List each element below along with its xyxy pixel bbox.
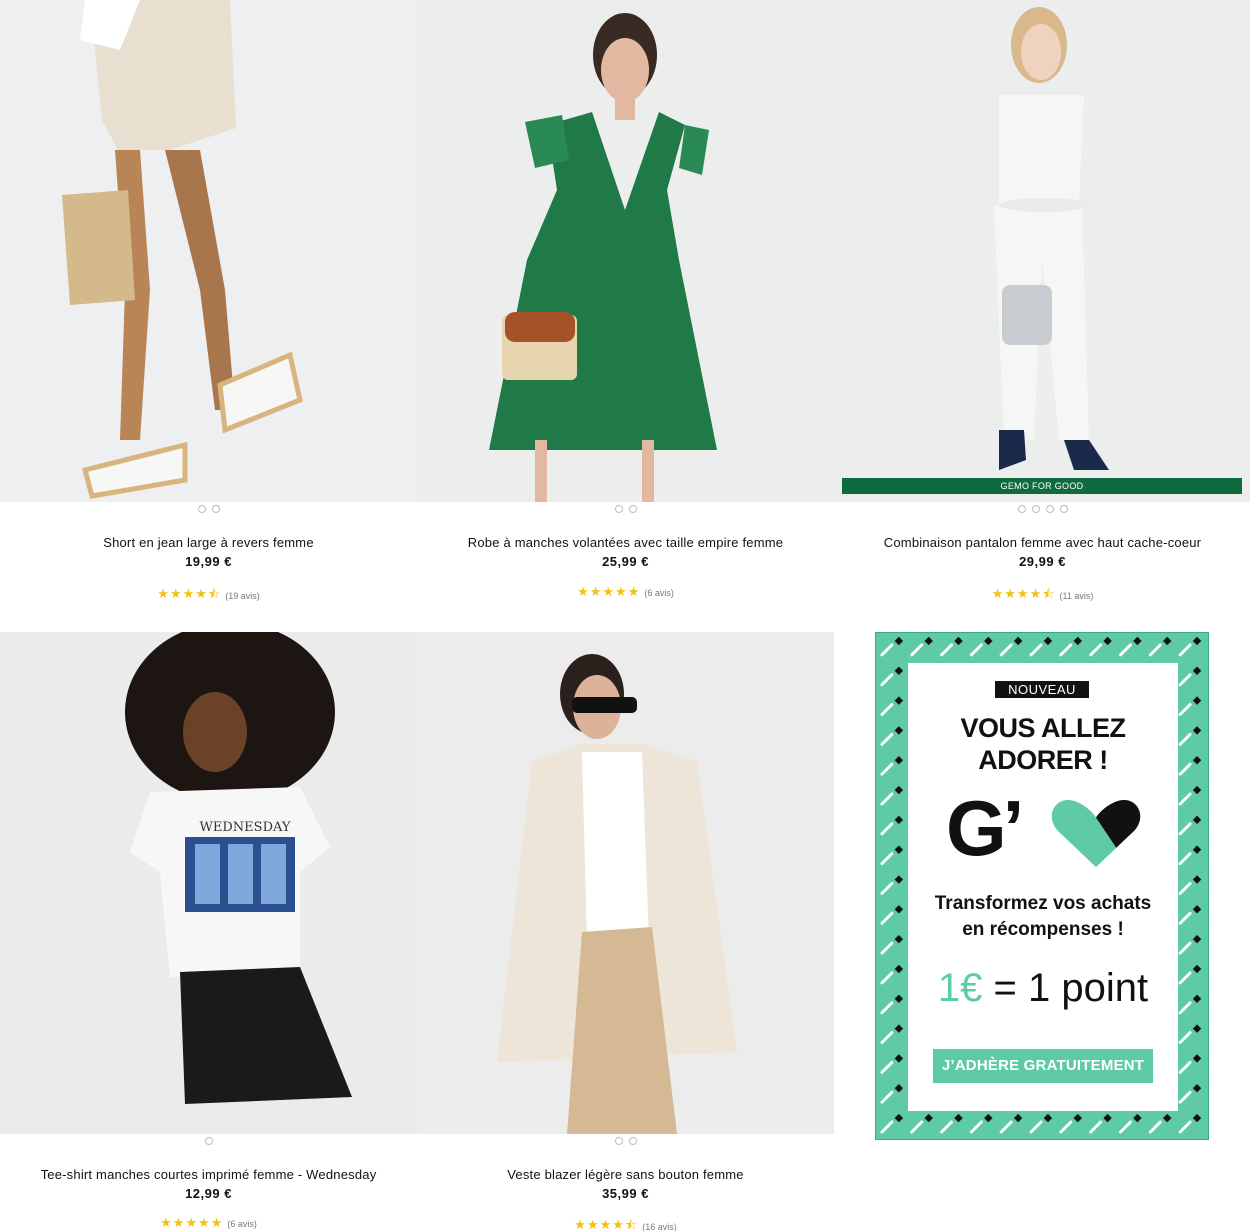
heart-icon [1051, 799, 1141, 868]
promo-subtitle: Transformez vos achats [934, 893, 1152, 914]
product-rating: ★★★★⯪ (16 avis) [417, 1216, 834, 1231]
gemo-heart-logo: G’ [946, 787, 1146, 871]
product-card[interactable]: Robe à manches volantées avec taille emp… [417, 0, 834, 620]
product-card[interactable]: Short en jean large à revers femme 19,99… [0, 0, 417, 620]
gemo-logo-letter: G’ [946, 784, 1024, 872]
product-rating: ★★★★★ (6 avis) [0, 1216, 417, 1231]
product-price: 19,99 € [185, 554, 232, 569]
review-count[interactable]: (11 avis) [1060, 591, 1094, 601]
product-rating: ★★★★⯪ (11 avis) [834, 585, 1250, 607]
rating-stars-icon: ★★★★★ [577, 585, 641, 600]
rating-stars-icon: ★★★★⯪ [157, 587, 222, 602]
promo-headline: ADORER ! [978, 745, 1108, 775]
promo-headline: VOUS ALLEZ [960, 713, 1126, 743]
product-title[interactable]: Short en jean large à revers femme [0, 535, 417, 550]
carousel-dots[interactable] [0, 505, 417, 513]
product-title[interactable]: Robe à manches volantées avec taille emp… [417, 535, 834, 550]
carousel-dot[interactable] [1059, 505, 1068, 513]
carousel-dots[interactable] [417, 505, 834, 513]
carousel-dot[interactable] [614, 1137, 623, 1145]
product-title[interactable]: Tee-shirt manches courtes imprimé femme … [0, 1167, 417, 1182]
rating-stars-icon: ★★★★⯪ [574, 1218, 639, 1231]
product-title[interactable]: Combinaison pantalon femme avec haut cac… [834, 535, 1250, 550]
carousel-dots[interactable] [834, 505, 1250, 513]
carousel-dot[interactable] [1045, 505, 1054, 513]
carousel-dots[interactable] [0, 1137, 417, 1145]
product-rating: ★★★★★ (6 avis) [417, 585, 834, 600]
carousel-dot[interactable] [628, 1137, 637, 1145]
rating-stars-icon: ★★★★⯪ [991, 587, 1056, 602]
product-image[interactable] [834, 0, 1250, 502]
carousel-dot[interactable] [211, 505, 220, 513]
review-count[interactable]: (6 avis) [644, 588, 674, 598]
product-image[interactable] [417, 0, 834, 502]
carousel-dot[interactable] [197, 505, 206, 513]
carousel-dot[interactable] [1017, 505, 1026, 513]
rating-stars-icon: ★★★★★ [160, 1216, 224, 1231]
product-image[interactable] [417, 632, 834, 1134]
carousel-dot[interactable] [1031, 505, 1040, 513]
review-count[interactable]: (6 avis) [227, 1219, 257, 1229]
points-rest: = 1 point [982, 966, 1149, 1010]
product-title[interactable]: Veste blazer légère sans bouton femme [417, 1167, 834, 1182]
product-price: 35,99 € [602, 1186, 649, 1201]
carousel-dots[interactable] [417, 1137, 834, 1145]
review-count[interactable]: (19 avis) [225, 591, 260, 601]
tee-print-text: WEDNESDAY [199, 820, 291, 835]
product-image[interactable]: WEDNESDAY [0, 632, 417, 1134]
nouveau-tag: NOUVEAU [995, 681, 1089, 698]
loyalty-promo-banner[interactable]: NOUVEAU VOUS ALLEZ ADORER ! G’ Transform… [875, 632, 1209, 1140]
carousel-dot[interactable] [614, 505, 623, 513]
product-card[interactable]: Combinaison pantalon femme avec haut cac… [834, 0, 1250, 620]
promo-subtitle: en récompenses ! [962, 919, 1124, 940]
carousel-dot[interactable] [628, 505, 637, 513]
gemo-for-good-badge: GEMO FOR GOOD [842, 478, 1242, 494]
product-price: 29,99 € [1019, 554, 1066, 569]
product-card[interactable]: WEDNESDAY Tee-shirt manches courtes impr… [0, 632, 417, 1231]
product-price: 25,99 € [602, 554, 649, 569]
points-euro: 1€ [937, 966, 983, 1010]
points-equation: 1€ = 1 point [876, 966, 1208, 1011]
join-free-button[interactable]: J’ADHÈRE GRATUITEMENT [933, 1049, 1153, 1083]
review-count[interactable]: (16 avis) [642, 1222, 677, 1231]
product-card[interactable]: Veste blazer légère sans bouton femme 35… [417, 632, 834, 1231]
product-price: 12,99 € [185, 1186, 232, 1201]
product-rating: ★★★★⯪ (19 avis) [0, 585, 417, 607]
carousel-dot[interactable] [204, 1137, 213, 1145]
product-image[interactable] [0, 0, 417, 502]
